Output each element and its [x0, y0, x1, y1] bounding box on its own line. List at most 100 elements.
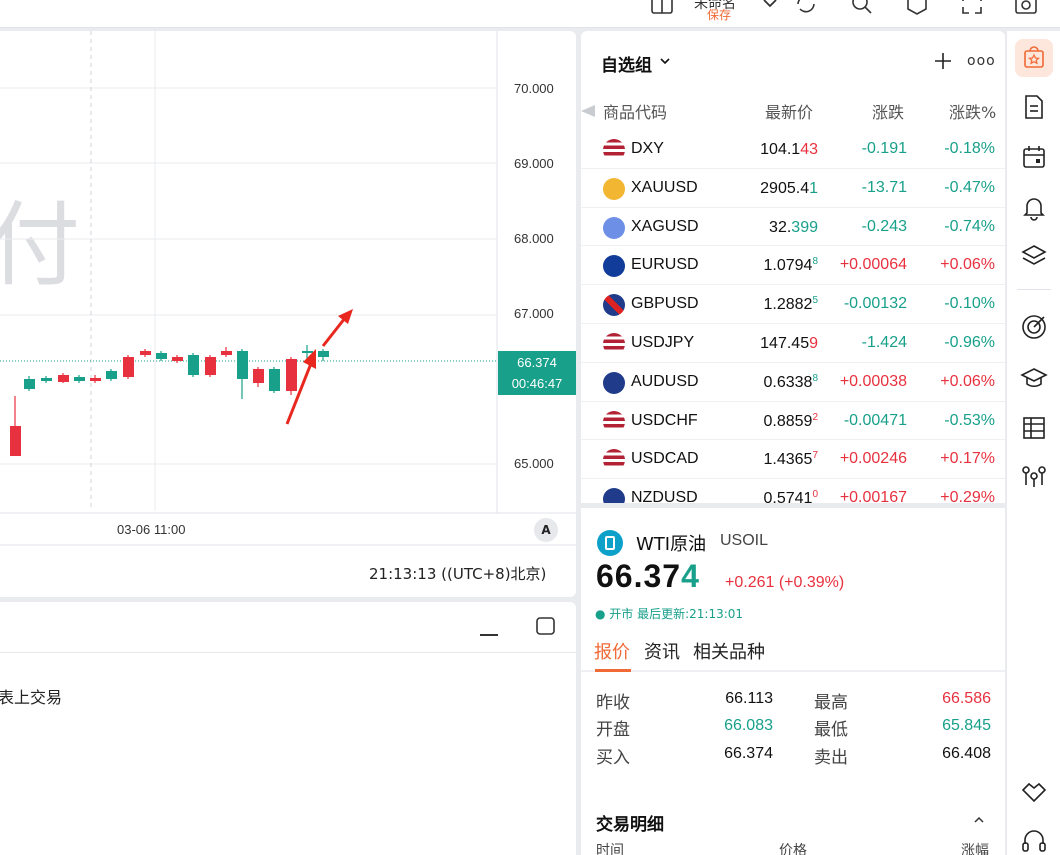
- col-change[interactable]: 涨跌: [872, 99, 904, 123]
- support-headset-icon[interactable]: [1020, 827, 1048, 855]
- watchlist-row[interactable]: XAGUSD 32.399 -0.243 -0.74%: [581, 208, 1005, 247]
- col-symbol[interactable]: 商品代码: [603, 99, 667, 123]
- market-status: ● 开市 最后更新:21:13:01: [595, 607, 744, 621]
- row-change-pct: -0.10%: [944, 295, 995, 313]
- row-symbol: XAGUSD: [631, 217, 699, 235]
- sidebar-divider: [1017, 289, 1051, 290]
- row-change: +0.00246: [839, 450, 907, 468]
- more-icon[interactable]: ooo: [967, 53, 996, 69]
- save-button[interactable]: 保存: [707, 6, 731, 23]
- collapse-handle-icon[interactable]: [581, 105, 595, 117]
- row-symbol: DXY: [631, 140, 664, 157]
- col-pct[interactable]: 涨跌%: [949, 99, 996, 123]
- row-symbol: XAUUSD: [631, 178, 698, 196]
- watchlist-row[interactable]: DXY 104.143 -0.191 -0.18%: [581, 130, 1005, 169]
- layout-icon[interactable]: [650, 0, 674, 16]
- row-change-pct: +0.17%: [940, 450, 995, 468]
- divider: [0, 652, 576, 653]
- chevron-up-icon[interactable]: [973, 815, 985, 825]
- watchlist-header: 商品代码 最新价 涨跌 涨跌%: [581, 97, 1005, 125]
- search-icon[interactable]: [850, 0, 874, 16]
- row-last-price: 104.143: [760, 141, 818, 158]
- low-label: 最低: [814, 720, 848, 740]
- trade-details-title: 交易明细: [596, 815, 664, 835]
- candle-body: [106, 371, 117, 379]
- watchlist-title[interactable]: 自选组: [601, 51, 652, 76]
- row-change: -0.243: [861, 217, 907, 235]
- calendar-icon[interactable]: [1020, 143, 1048, 171]
- price-axis-label: 68.000: [514, 231, 554, 246]
- candle-body: [74, 377, 85, 381]
- bid-label: 买入: [596, 748, 630, 768]
- watchlist-row[interactable]: USDCAD 1.43657 +0.00246 +0.17%: [581, 440, 1005, 480]
- candle-body: [140, 351, 151, 355]
- candlestick-chart[interactable]: [0, 31, 576, 597]
- chart-panel[interactable]: 付 70.000 69.000 68.000 67.000 65.000 66.…: [0, 31, 576, 597]
- bell-icon[interactable]: [1020, 193, 1048, 221]
- ask-value: 66.408: [942, 745, 991, 762]
- tab-news[interactable]: 资讯: [644, 638, 680, 664]
- candle-body: [188, 355, 199, 375]
- chevron-down-icon[interactable]: [659, 55, 671, 67]
- row-change: +0.00038: [839, 372, 907, 390]
- row-change-pct: -0.18%: [944, 140, 995, 157]
- layers-icon[interactable]: [1020, 242, 1048, 270]
- watchlist-row[interactable]: GBPUSD 1.28825 -0.00132 -0.10%: [581, 285, 1005, 324]
- row-change-pct: -0.74%: [944, 217, 995, 235]
- row-change: +0.00167: [839, 489, 907, 503]
- oil-logo-icon: [597, 530, 623, 556]
- refresh-icon[interactable]: [794, 0, 818, 16]
- watchlist-row[interactable]: USDJPY 147.459 -1.424 -0.96%: [581, 324, 1005, 363]
- watchlist-row[interactable]: XAUUSD 2905.41 -13.71 -0.47%: [581, 169, 1005, 208]
- chevron-down-icon[interactable]: [758, 0, 782, 14]
- price-axis-label: 65.000: [514, 456, 554, 471]
- row-symbol: USDCHF: [631, 411, 698, 429]
- network-icon[interactable]: [1020, 463, 1048, 491]
- row-last-price: 2905.41: [760, 179, 818, 197]
- current-price: 66.374: [517, 355, 557, 370]
- education-icon[interactable]: [1020, 364, 1048, 392]
- handshake-icon[interactable]: [1020, 777, 1048, 805]
- watchlist-row[interactable]: EURUSD 1.07948 +0.00064 +0.06%: [581, 246, 1005, 286]
- symbol-name: WTI原油: [636, 534, 707, 555]
- high-value: 66.586: [942, 690, 991, 707]
- fullscreen-icon[interactable]: [960, 0, 984, 16]
- trading-panel: 表上交易: [0, 602, 576, 855]
- auto-scale-button[interactable]: A: [534, 518, 558, 542]
- minimize-button[interactable]: [480, 634, 498, 636]
- table-icon[interactable]: [1020, 414, 1048, 442]
- row-change-pct: +0.29%: [940, 489, 995, 503]
- document-icon[interactable]: [1020, 93, 1048, 121]
- watchlist-row[interactable]: AUDUSD 0.63388 +0.00038 +0.06%: [581, 363, 1005, 402]
- nz-flag-icon: [603, 488, 625, 503]
- tab-related[interactable]: 相关品种: [693, 638, 765, 664]
- time-axis-label: 03-06 11:00: [117, 522, 186, 537]
- camera-icon[interactable]: [1014, 0, 1038, 16]
- row-change-pct: -0.53%: [944, 411, 995, 429]
- settings-icon[interactable]: [905, 0, 929, 16]
- candle-body: [205, 357, 216, 375]
- timezone-clock[interactable]: 21:13:13 ((UTC+8)北京): [369, 563, 546, 584]
- candle-body: [24, 379, 35, 389]
- watchlist-row[interactable]: NZDUSD 0.57410 +0.00167 +0.29%: [581, 479, 1005, 503]
- col-rise: 涨幅: [961, 843, 989, 855]
- watchlist-row[interactable]: USDCHF 0.88592 -0.00471 -0.53%: [581, 402, 1005, 441]
- prev-close-label: 昨收: [596, 693, 630, 713]
- tab-quote[interactable]: 报价: [594, 638, 630, 664]
- candle-body: [172, 357, 183, 361]
- watchlist-rows: DXY 104.143 -0.191 -0.18% XAUUSD 2905.41 -13.7…: [581, 130, 1005, 503]
- row-symbol: AUDUSD: [631, 372, 699, 390]
- col-price: 价格: [779, 843, 807, 855]
- candle-body: [237, 351, 248, 379]
- row-last-price: 0.57410: [763, 489, 819, 503]
- target-icon[interactable]: [1020, 313, 1048, 341]
- maximize-icon[interactable]: [536, 616, 555, 636]
- row-change: -1.424: [861, 333, 907, 351]
- row-symbol: NZDUSD: [631, 489, 698, 503]
- col-last[interactable]: 最新价: [765, 99, 813, 123]
- row-last-price: 0.63388: [763, 372, 819, 391]
- watchlist-icon[interactable]: [1020, 44, 1048, 72]
- add-icon[interactable]: [933, 51, 953, 71]
- row-symbol: USDCAD: [631, 450, 699, 468]
- candle-body: [269, 369, 280, 391]
